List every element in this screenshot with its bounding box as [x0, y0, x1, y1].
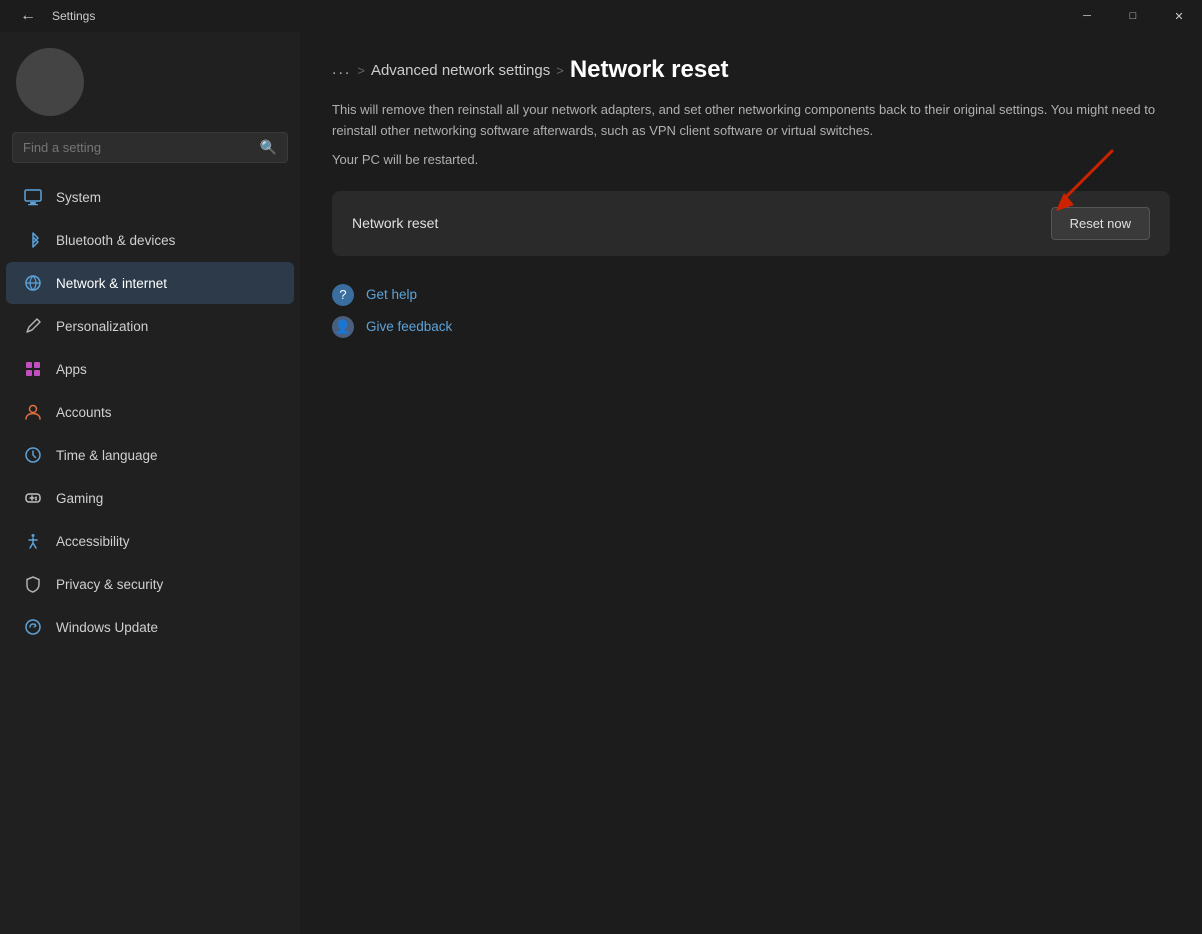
- minimize-button[interactable]: ─: [1064, 0, 1110, 32]
- shield-icon: [22, 573, 44, 595]
- reset-now-button[interactable]: Reset now: [1051, 207, 1150, 240]
- page-description: This will remove then reinstall all your…: [332, 100, 1170, 142]
- breadcrumb: ... > Advanced network settings > Networ…: [332, 56, 1170, 84]
- network-icon: [22, 272, 44, 294]
- get-help-label: Get help: [366, 287, 417, 302]
- window-controls: ─ □ ✕: [1064, 0, 1202, 32]
- network-reset-card: Network reset Reset now: [332, 191, 1170, 256]
- gaming-icon: [22, 487, 44, 509]
- personalization-icon: [22, 315, 44, 337]
- get-help-link[interactable]: ? Get help: [332, 284, 1170, 306]
- accessibility-icon: [22, 530, 44, 552]
- sidebar-item-update-label: Windows Update: [56, 620, 158, 635]
- sidebar-item-network[interactable]: Network & internet: [6, 262, 294, 304]
- give-feedback-label: Give feedback: [366, 319, 452, 334]
- sidebar-item-time[interactable]: Time & language: [6, 434, 294, 476]
- sidebar-item-system[interactable]: System: [6, 176, 294, 218]
- maximize-button[interactable]: □: [1110, 0, 1156, 32]
- sidebar-item-gaming[interactable]: Gaming: [6, 477, 294, 519]
- search-input[interactable]: [23, 140, 260, 155]
- network-reset-label: Network reset: [352, 215, 438, 231]
- get-help-icon: ?: [332, 284, 354, 306]
- breadcrumb-sep2: >: [556, 63, 564, 78]
- sidebar-item-apps[interactable]: Apps: [6, 348, 294, 390]
- sidebar-item-network-label: Network & internet: [56, 276, 167, 291]
- sidebar-item-bluetooth-label: Bluetooth & devices: [56, 233, 175, 248]
- sidebar-item-system-label: System: [56, 190, 101, 205]
- nav-list: System Bluetooth & devices Network & int…: [0, 175, 300, 934]
- restart-note: Your PC will be restarted.: [332, 152, 1170, 167]
- give-feedback-icon: 👤: [332, 316, 354, 338]
- sidebar-item-apps-label: Apps: [56, 362, 87, 377]
- sidebar-item-time-label: Time & language: [56, 448, 158, 463]
- breadcrumb-advanced-link[interactable]: Advanced network settings: [371, 62, 550, 79]
- sidebar-item-gaming-label: Gaming: [56, 491, 103, 506]
- bluetooth-icon: [22, 229, 44, 251]
- sidebar: 🔍 System Bluetooth & devices Network & i…: [0, 32, 300, 934]
- breadcrumb-dots: ...: [332, 61, 351, 79]
- back-button[interactable]: ←: [12, 3, 44, 29]
- sidebar-item-personalization-label: Personalization: [56, 319, 148, 334]
- app-container: 🔍 System Bluetooth & devices Network & i…: [0, 32, 1202, 934]
- sidebar-item-personalization[interactable]: Personalization: [6, 305, 294, 347]
- system-icon: [22, 186, 44, 208]
- time-icon: [22, 444, 44, 466]
- help-links: ? Get help 👤 Give feedback: [332, 284, 1170, 338]
- search-box[interactable]: 🔍: [12, 132, 288, 163]
- sidebar-item-bluetooth[interactable]: Bluetooth & devices: [6, 219, 294, 261]
- app-title: Settings: [52, 9, 95, 23]
- sidebar-item-accessibility-label: Accessibility: [56, 534, 130, 549]
- sidebar-item-accounts[interactable]: Accounts: [6, 391, 294, 433]
- sidebar-item-accounts-label: Accounts: [56, 405, 112, 420]
- close-button[interactable]: ✕: [1156, 0, 1202, 32]
- sidebar-item-update[interactable]: Windows Update: [6, 606, 294, 648]
- breadcrumb-sep1: >: [357, 63, 365, 78]
- main-content: ... > Advanced network settings > Networ…: [300, 32, 1202, 934]
- apps-icon: [22, 358, 44, 380]
- accounts-icon: [22, 401, 44, 423]
- update-icon: [22, 616, 44, 638]
- page-title: Network reset: [570, 56, 729, 84]
- sidebar-item-accessibility[interactable]: Accessibility: [6, 520, 294, 562]
- sidebar-item-privacy[interactable]: Privacy & security: [6, 563, 294, 605]
- sidebar-item-privacy-label: Privacy & security: [56, 577, 163, 592]
- avatar: [16, 48, 84, 116]
- give-feedback-link[interactable]: 👤 Give feedback: [332, 316, 1170, 338]
- search-icon: 🔍: [260, 139, 277, 156]
- titlebar: ← Settings ─ □ ✕: [0, 0, 1202, 32]
